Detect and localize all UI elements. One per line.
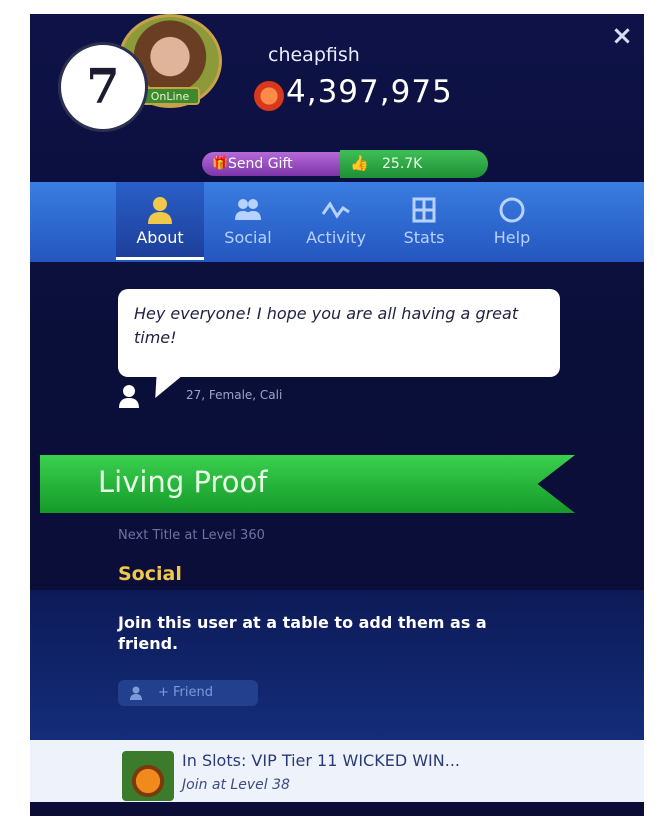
tab-social[interactable]: Social bbox=[204, 182, 292, 260]
slot-game-thumbnail[interactable] bbox=[122, 751, 174, 801]
person-icon bbox=[130, 686, 142, 700]
social-description: Join this user at a table to add them as… bbox=[118, 613, 487, 653]
close-icon[interactable]: × bbox=[608, 22, 636, 50]
player-title: Living Proof bbox=[98, 465, 268, 499]
people-icon bbox=[235, 199, 261, 220]
slot-activity-title[interactable]: In Slots: VIP Tier 11 WICKED WIN... bbox=[182, 751, 460, 770]
slot-join-level: Join at Level 38 bbox=[182, 777, 290, 793]
person-icon bbox=[148, 197, 172, 224]
chip-icon bbox=[254, 81, 284, 111]
online-badge: OnLine bbox=[140, 87, 200, 105]
username: cheapfish bbox=[268, 44, 360, 66]
status-message: Hey everyone! I hope you are all having … bbox=[134, 304, 519, 347]
tab-about[interactable]: About bbox=[116, 182, 204, 260]
stats-grid-icon bbox=[412, 197, 436, 223]
chip-balance: 4,397,975 bbox=[286, 74, 453, 110]
tab-help[interactable]: Help bbox=[468, 182, 556, 260]
next-title-text: Next Title at Level 360 bbox=[118, 528, 265, 543]
step-number-badge: 7 bbox=[58, 42, 148, 132]
tab-label: Help bbox=[493, 228, 531, 247]
help-circle-icon bbox=[499, 197, 525, 223]
tab-label: Activity bbox=[306, 228, 366, 247]
gift-icon: 🎁 bbox=[212, 156, 229, 171]
tab-label: Stats bbox=[403, 228, 445, 247]
tab-activity[interactable]: Activity bbox=[292, 182, 380, 260]
tab-stats[interactable]: Stats bbox=[380, 182, 468, 260]
person-icon bbox=[119, 385, 139, 408]
thumbs-up-icon: 👍 bbox=[350, 154, 369, 172]
tab-label: About bbox=[136, 228, 184, 247]
tab-label: Social bbox=[224, 228, 272, 247]
social-heading: Social bbox=[118, 563, 182, 585]
profile-tabs: About Social Activity Stats Help bbox=[30, 182, 644, 262]
bio-text: 27, Female, Cali bbox=[186, 388, 283, 402]
activity-icon bbox=[321, 201, 350, 219]
